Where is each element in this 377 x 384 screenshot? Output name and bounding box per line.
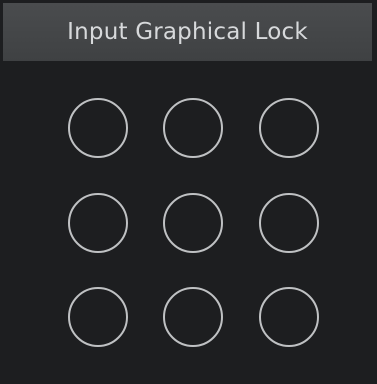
pattern-node-8[interactable] xyxy=(163,287,223,347)
pattern-grid[interactable] xyxy=(0,0,377,384)
pattern-node-3[interactable] xyxy=(259,98,319,158)
pattern-node-7[interactable] xyxy=(68,287,128,347)
graphical-lock-dialog: Input Graphical Lock xyxy=(0,0,377,384)
pattern-node-6[interactable] xyxy=(259,193,319,253)
pattern-node-5[interactable] xyxy=(163,193,223,253)
pattern-node-4[interactable] xyxy=(68,193,128,253)
pattern-node-1[interactable] xyxy=(68,98,128,158)
pattern-node-2[interactable] xyxy=(163,98,223,158)
pattern-node-9[interactable] xyxy=(259,287,319,347)
